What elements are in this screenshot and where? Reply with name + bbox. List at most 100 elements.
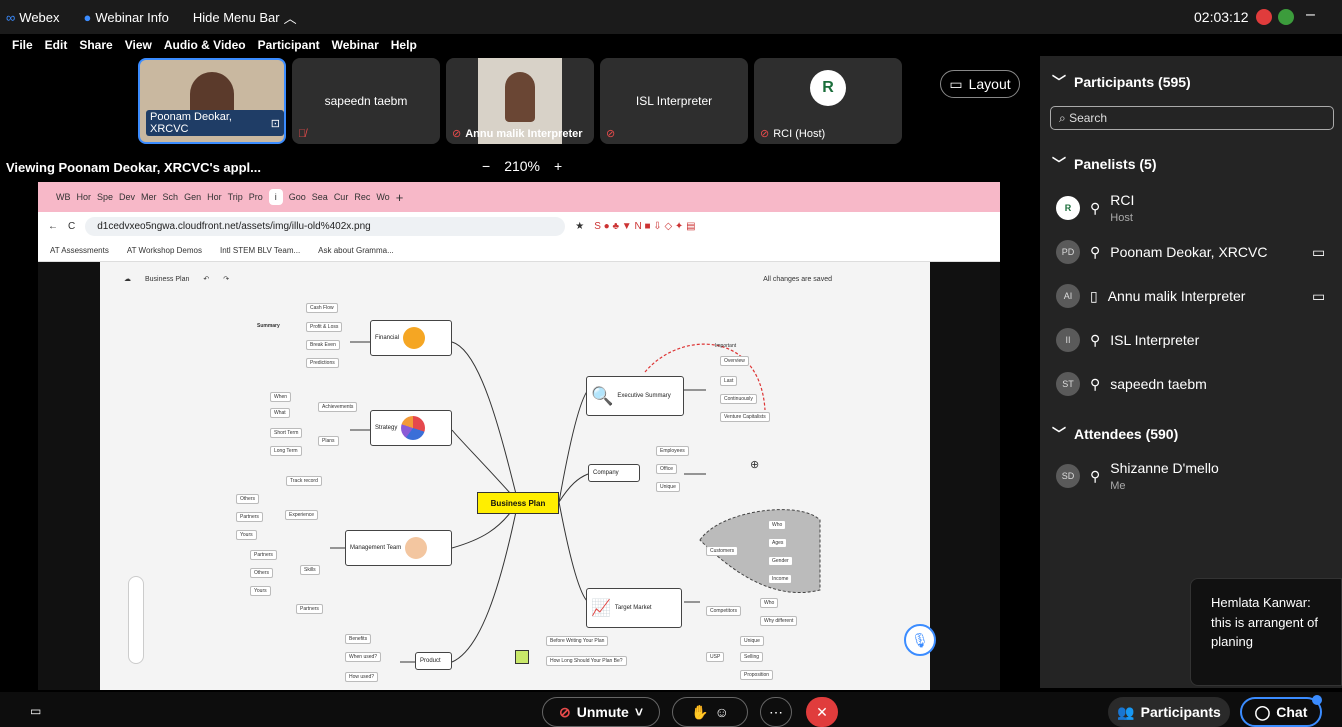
leaf-node[interactable]: Before Writing Your Plan [546,636,609,646]
raise-hand-icon[interactable]: ✋ [691,704,708,721]
microphone-icon[interactable]: 🎙 [904,624,936,656]
browser-tab[interactable]: Trip [228,192,243,202]
leaf-node[interactable]: How used? [345,672,379,682]
leaf-node[interactable]: Cash Flow [306,303,338,313]
hide-menu-bar-button[interactable]: Hide Menu Bar ︿ [193,8,297,27]
menu-audio-video[interactable]: Audio & Video [164,38,246,52]
network-icon[interactable] [1278,9,1294,25]
leaf-node[interactable]: Partners [250,550,277,560]
minimize-icon[interactable]: – [1306,6,1315,24]
bookmark-star-icon[interactable]: ★ [575,221,584,232]
leaf-node[interactable]: Selling [740,652,764,662]
leaf-node[interactable]: Track record [286,476,322,486]
back-icon[interactable]: ← [48,221,58,232]
node-financial[interactable]: Financial [370,320,452,356]
captions-icon[interactable]: ▭ [30,704,41,718]
menu-webinar[interactable]: Webinar [332,38,379,52]
leaf-node[interactable]: When used? [345,652,382,662]
webinar-info-button[interactable]: ● Webinar Info [84,10,169,25]
leaf-node[interactable]: Plans [318,436,339,446]
menu-share[interactable]: Share [79,38,112,52]
browser-tab-active[interactable]: i [268,189,283,205]
leaf-node[interactable]: When [270,392,292,402]
browser-tab[interactable]: Rec [354,192,370,202]
attendee-row[interactable]: SD ⚲ Shizanne D'mello Me [1056,460,1219,492]
chat-notification[interactable]: Hemlata Kanwar: this is arrangent of pla… [1190,578,1342,686]
layout-button[interactable]: ▭ Layout [940,70,1020,98]
leaf-node[interactable]: Experience [285,510,319,520]
leaf-node[interactable]: Skills [300,565,320,575]
bookmark-item[interactable]: Ask about Gramma... [318,246,394,255]
leaf-node[interactable]: Who [760,598,779,608]
bookmark-item[interactable]: AT Workshop Demos [127,246,202,255]
leaf-node[interactable]: Yours [250,586,271,596]
leaf-node[interactable]: Partners [236,512,263,522]
leaf-node[interactable]: Customers [706,546,739,556]
browser-tab[interactable]: Goo [289,192,306,202]
participant-row[interactable]: ST ⚲ sapeedn taebm [1056,372,1207,396]
redo-icon[interactable]: ↷ [223,275,229,283]
leaf-node[interactable]: Who [768,520,787,530]
leaf-node[interactable]: Important [712,342,739,350]
browser-tab[interactable]: Sch [163,192,179,202]
menu-view[interactable]: View [125,38,152,52]
video-tile-isl[interactable]: ISL Interpreter ⊘ [600,58,748,144]
url-field[interactable]: d1cedvxeo5ngwa.cloudfront.net/assets/img… [85,216,566,236]
reload-icon[interactable]: C [68,221,75,232]
browser-tab[interactable]: Spe [97,192,113,202]
leaf-node[interactable]: Venture Capitalists [720,412,770,422]
leaf-node[interactable]: What [270,408,290,418]
leave-button[interactable]: ✕ [806,697,838,727]
chat-button[interactable]: ◯ Chat [1240,697,1322,727]
leaf-node[interactable]: Yours [236,530,257,540]
node-company[interactable]: Company [588,464,640,482]
menu-help[interactable]: Help [391,38,417,52]
browser-tab[interactable]: Wo [376,192,389,202]
leaf-node[interactable]: Ages [768,538,788,548]
menu-file[interactable]: File [12,38,33,52]
leaf-node[interactable]: Long Term [270,446,302,456]
menu-participant[interactable]: Participant [258,38,320,52]
browser-tab[interactable]: Gen [184,192,201,202]
participant-row[interactable]: AI ▯ Annu malik Interpreter ▭ [1056,284,1325,308]
participants-header[interactable]: ﹀ Participants (595) [1052,72,1191,92]
leaf-node[interactable]: Benefits [345,634,372,644]
leaf-node[interactable]: Predictions [306,358,339,368]
participant-row[interactable]: PD ⚲ Poonam Deokar, XRCVC ▭ [1056,240,1325,264]
leaf-node[interactable]: Employees [656,446,689,456]
reactions-group[interactable]: ✋ ☺ [672,697,748,727]
extensions-icon[interactable]: S ● ♣ ▼ N ■ ⇩ ◇ ✦ ▤ [594,221,695,232]
mindmap-root-node[interactable]: Business Plan [477,492,559,514]
browser-tab[interactable]: Cur [334,192,349,202]
leaf-node[interactable]: Overview [720,356,749,366]
node-target-market[interactable]: 📈 Target Market [586,588,682,628]
browser-tab[interactable]: WB [56,192,71,202]
zoom-out-button[interactable]: − [482,158,490,174]
leaf-node[interactable]: Short Term [270,428,303,438]
bookmark-item[interactable]: Intl STEM BLV Team... [220,246,300,255]
node-product[interactable]: Product [415,652,452,670]
leaf-node[interactable]: USP [706,652,725,662]
browser-tab[interactable]: Hor [207,192,222,202]
participant-row[interactable]: II ⚲ ISL Interpreter [1056,328,1199,352]
leaf-node[interactable]: Achievements [318,402,358,412]
node-executive-summary[interactable]: 🔍 Executive Summary [586,376,684,416]
leaf-node[interactable]: Why different [760,616,798,626]
leaf-node[interactable]: Income [768,574,793,584]
leaf-node[interactable]: Continuously [720,394,757,404]
video-tile-rci[interactable]: R ⊘ RCI (Host) [754,58,902,144]
browser-tab[interactable]: Mer [141,192,157,202]
node-strategy[interactable]: Strategy [370,410,452,446]
browser-tab[interactable]: Pro [249,192,263,202]
unmute-button[interactable]: ⊘ Unmute ˅ [542,697,660,727]
zoom-slider[interactable] [128,576,144,664]
leaf-node[interactable]: How Long Should Your Plan Be? [546,656,627,666]
zoom-in-button[interactable]: + [554,158,562,174]
panelists-header[interactable]: ﹀ Panelists (5) [1052,154,1156,174]
browser-tab[interactable]: Sea [312,192,328,202]
record-icon[interactable] [1256,9,1272,25]
video-tile-poonam[interactable]: Poonam Deokar, XRCVC ⊡ [138,58,286,144]
leaf-node[interactable]: Profit & Loss [306,322,343,332]
leaf-node[interactable]: Partners [296,604,323,614]
undo-icon[interactable]: ↶ [203,275,209,283]
